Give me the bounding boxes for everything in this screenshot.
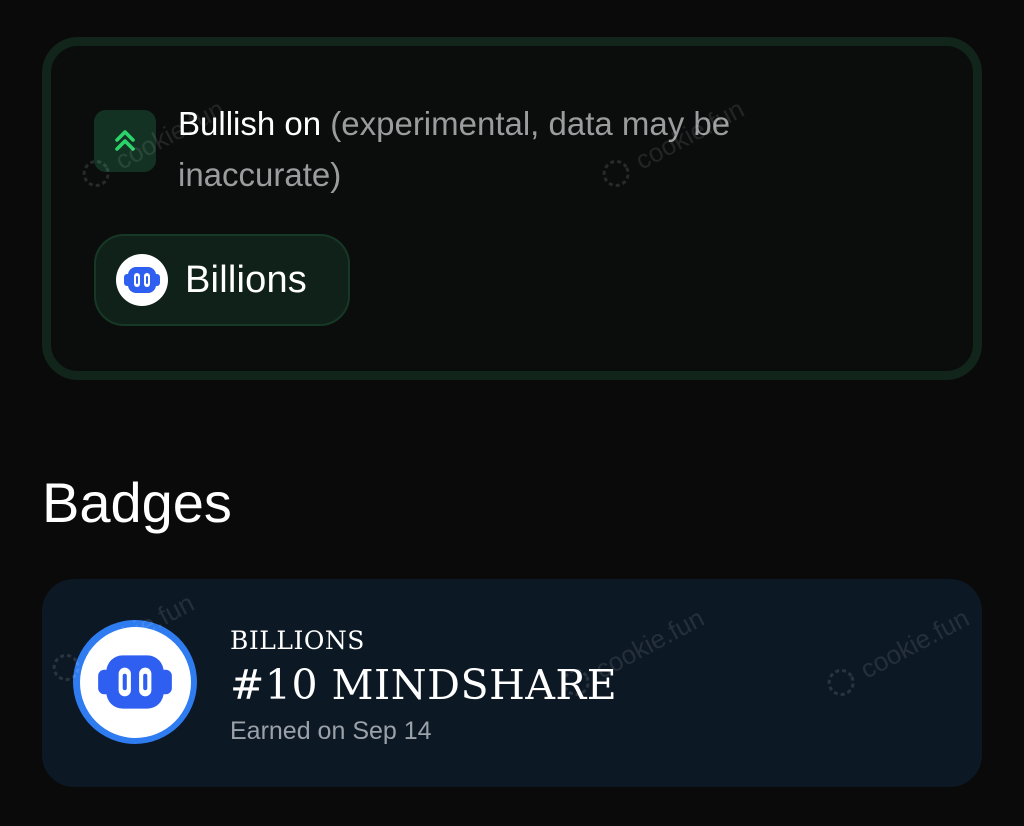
billions-logo-icon bbox=[116, 254, 168, 306]
badge-card[interactable]: BILLIONS #10 MINDSHARE Earned on Sep 14 … bbox=[42, 579, 982, 787]
badge-title: #10 MINDSHARE bbox=[230, 661, 618, 709]
bullish-title: Bullish on bbox=[178, 105, 322, 142]
billions-logo-icon bbox=[79, 626, 191, 738]
token-chip-billions[interactable]: Billions bbox=[94, 234, 350, 326]
page: Bullish on (experimental, data may be in… bbox=[0, 0, 1024, 826]
cookie-icon bbox=[827, 668, 855, 696]
watermark: cookie.fun bbox=[819, 601, 974, 704]
bullish-description: Bullish on (experimental, data may be in… bbox=[178, 98, 878, 200]
bullish-card: Bullish on (experimental, data may be in… bbox=[42, 37, 982, 380]
badge-logo bbox=[73, 620, 197, 744]
badge-earned-date: Earned on Sep 14 bbox=[230, 717, 432, 745]
badges-heading: Badges bbox=[42, 471, 232, 534]
badge-project: BILLIONS bbox=[230, 626, 365, 655]
token-chip-label: Billions bbox=[185, 258, 307, 301]
double-chevron-up-icon bbox=[94, 110, 156, 172]
